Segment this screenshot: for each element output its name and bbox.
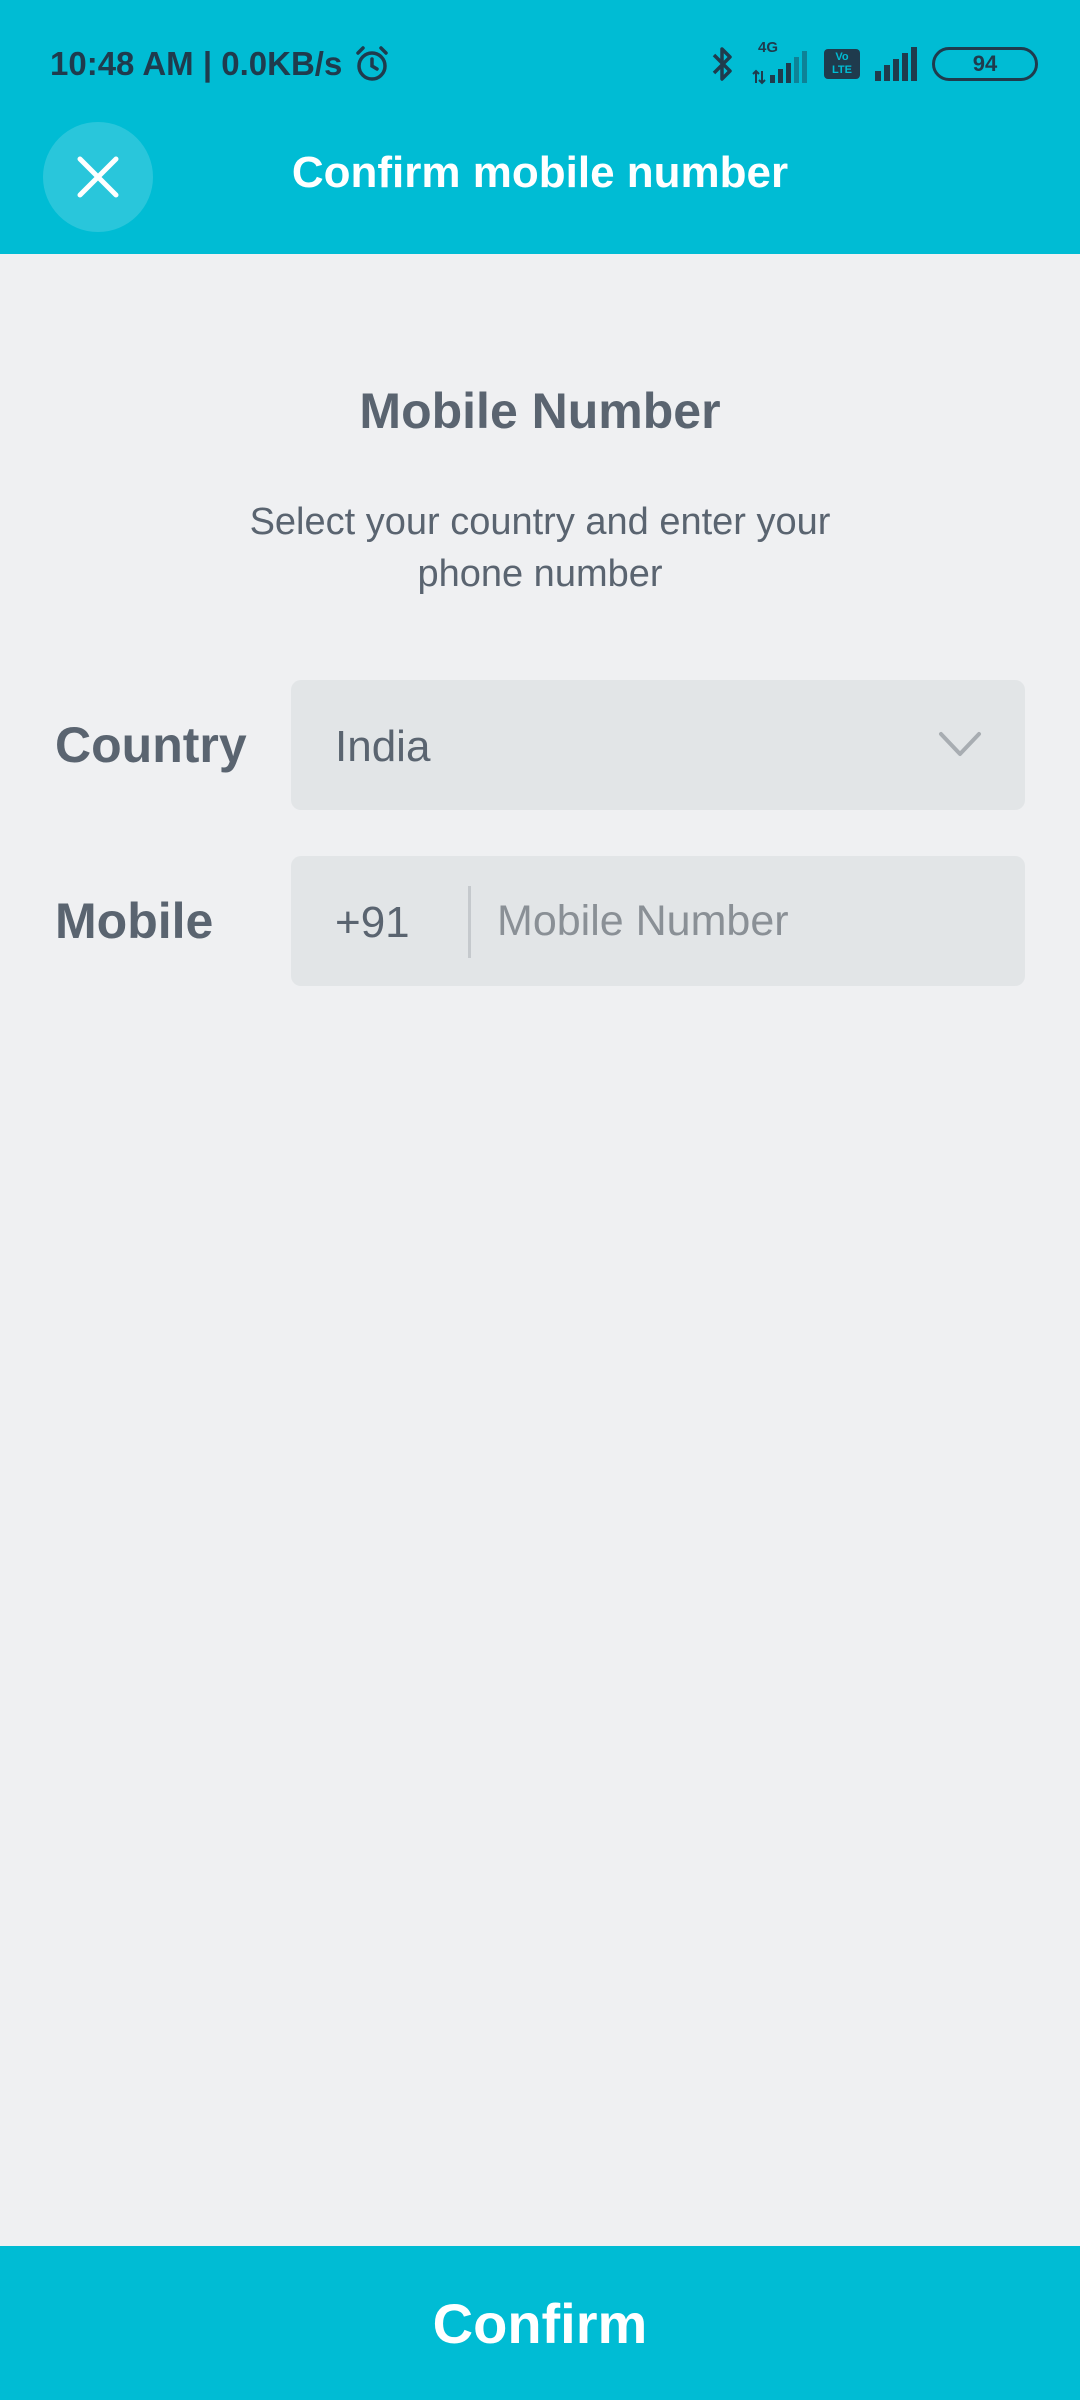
country-value: India [335,722,431,771]
country-select[interactable]: India [291,680,1025,810]
dial-code: +91 [335,898,410,947]
volte-bottom-label: LTE [832,64,852,76]
volte-icon: Vo LTE [824,49,860,79]
signal-icon [875,47,917,81]
mobile-field: +91 [291,856,1025,986]
top-app-bar: 10:48 AM | 0.0KB/s 4G Vo LTE 94 Confirm … [0,0,1080,254]
confirm-button[interactable]: Confirm [0,2246,1080,2400]
nav-bar: Confirm mobile number [0,120,1080,234]
status-bar: 10:48 AM | 0.0KB/s 4G Vo LTE 94 [0,0,1080,126]
status-left: 10:48 AM | 0.0KB/s [50,40,392,88]
section-heading: Mobile Number [359,383,721,439]
battery-level: 94 [972,51,998,76]
chevron-down-icon [939,732,981,756]
status-time-speed: 10:48 AM | 0.0KB/s [50,45,343,82]
volte-top-label: Vo [835,51,849,63]
alarm-icon [356,46,389,81]
mobile-label: Mobile [55,893,214,949]
country-label: Country [55,717,247,773]
signal-4g-icon: 4G [750,39,810,85]
battery-icon: 94 [932,47,1038,81]
section-subheading: Select your country and enter your phone… [249,501,831,595]
mobile-number-input[interactable] [487,876,1017,966]
divider [468,886,471,958]
page-title: Confirm mobile number [291,148,789,197]
bluetooth-icon [712,47,732,81]
status-right: 4G Vo LTE 94 [696,39,1038,88]
